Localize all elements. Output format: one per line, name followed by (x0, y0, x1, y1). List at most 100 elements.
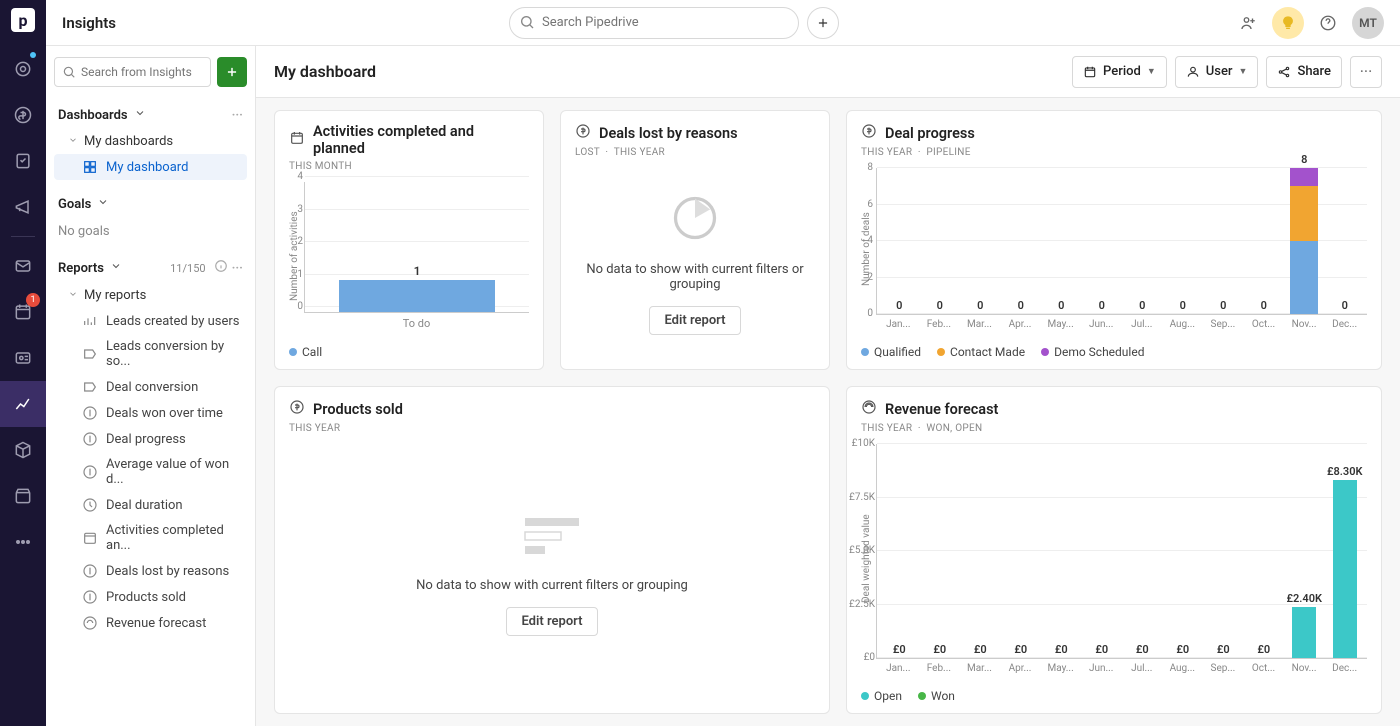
legend-item: Open (861, 689, 902, 703)
more-button[interactable]: ··· (1350, 56, 1382, 88)
reports-count: 11/150 (170, 262, 205, 275)
sidebar-report-item[interactable]: Deals won over time (54, 400, 247, 426)
search-icon (62, 64, 76, 83)
goals-section[interactable]: Goals (54, 190, 247, 218)
nav-divider (11, 236, 35, 237)
dashboard-title: My dashboard (274, 62, 376, 81)
card-revenue-forecast: Revenue forecast THIS YEAR · WON, OPEN D… (846, 386, 1382, 714)
insights-search-input[interactable] (54, 57, 211, 87)
nav-marketplace-icon[interactable] (0, 473, 46, 519)
dashboard-grid: Activities completed and planned THIS MO… (256, 98, 1400, 726)
card-title: Activities completed and planned (313, 123, 529, 157)
calendar-icon (289, 130, 305, 150)
nav-projects-icon[interactable] (0, 138, 46, 184)
sidebar-report-item[interactable]: Deal progress (54, 426, 247, 452)
global-search-input[interactable] (509, 7, 799, 39)
report-icon (82, 431, 98, 447)
sidebar-report-item[interactable]: Average value of won d... (54, 452, 247, 492)
nav-leads-icon[interactable] (0, 46, 46, 92)
nav-contacts-icon[interactable] (0, 335, 46, 381)
sidebar-item-my-dashboards[interactable]: My dashboards (54, 129, 247, 154)
info-icon[interactable] (214, 259, 228, 277)
chevron-down-icon (97, 196, 109, 212)
sidebar-report-item[interactable]: Deals lost by reasons (54, 558, 247, 584)
topbar: Insights MT (46, 0, 1400, 46)
report-icon (82, 464, 98, 480)
nav-insights-icon[interactable] (0, 381, 46, 427)
report-icon (82, 589, 98, 605)
report-icon (82, 313, 98, 329)
caret-down-icon: ▼ (1147, 66, 1156, 77)
nav-deals-icon[interactable] (0, 92, 46, 138)
legend-item: Qualified (861, 345, 921, 359)
empty-text: No data to show with current filters or … (575, 262, 815, 292)
nav-mail-icon[interactable] (0, 243, 46, 289)
period-button[interactable]: Period ▼ (1072, 56, 1167, 88)
sidebar-report-item[interactable]: Activities completed an... (54, 518, 247, 558)
share-button[interactable]: Share (1266, 56, 1342, 88)
report-icon (82, 563, 98, 579)
report-icon (82, 530, 98, 546)
bars-icon (522, 512, 582, 564)
card-products-sold: Products sold THIS YEAR No data to show … (274, 386, 830, 714)
sidebar-report-item[interactable]: Deal conversion (54, 374, 247, 400)
content-area: My dashboard Period ▼ User ▼ Share ··· (256, 46, 1400, 726)
report-icon (82, 615, 98, 631)
currency-icon (861, 123, 877, 143)
report-icon (82, 497, 98, 513)
chevron-down-icon (68, 134, 78, 149)
empty-text: No data to show with current filters or … (416, 578, 688, 593)
add-button[interactable] (807, 7, 839, 39)
report-icon (82, 346, 98, 362)
insights-sidebar: Dashboards ··· My dashboards My dashboar… (46, 46, 256, 726)
card-activities: Activities completed and planned THIS MO… (274, 110, 544, 370)
invite-users-icon[interactable] (1232, 7, 1264, 39)
dashboards-section[interactable]: Dashboards ··· (54, 101, 247, 129)
user-button[interactable]: User ▼ (1175, 56, 1259, 88)
currency-icon (575, 123, 591, 143)
edit-report-button[interactable]: Edit report (506, 607, 597, 636)
legend-item: Contact Made (937, 345, 1025, 359)
chevron-down-icon (134, 107, 146, 123)
sidebar-report-item[interactable]: Leads created by users (54, 308, 247, 334)
nav-activities-icon[interactable]: 1 (0, 289, 46, 335)
chevron-down-icon (68, 288, 78, 303)
global-search (509, 7, 799, 39)
sidebar-report-item[interactable]: Revenue forecast (54, 610, 247, 636)
reports-section[interactable]: Reports 11/150 ··· (54, 253, 247, 283)
add-report-button[interactable] (217, 57, 247, 87)
sidebar-report-item[interactable]: Deal duration (54, 492, 247, 518)
chevron-down-icon (110, 260, 122, 276)
sidebar-report-item[interactable]: Leads conversion by so... (54, 334, 247, 374)
activities-chart: Number of activities 012341 To do (289, 182, 529, 330)
currency-icon (289, 399, 305, 419)
dashboard-icon (82, 159, 98, 175)
caret-down-icon: ▼ (1239, 66, 1248, 77)
forecast-icon (861, 399, 877, 419)
avatar[interactable]: MT (1352, 7, 1384, 39)
deal-progress-chart: Number of deals 02468000000000080 Jan...… (861, 168, 1367, 330)
more-icon[interactable]: ··· (232, 261, 243, 276)
sidebar-item-my-dashboard[interactable]: My dashboard (54, 154, 247, 180)
search-icon (519, 14, 535, 34)
main: Insights MT Dashboards (46, 0, 1400, 726)
nav-campaigns-icon[interactable] (0, 184, 46, 230)
report-icon (82, 405, 98, 421)
card-title: Deals lost by reasons (599, 125, 738, 142)
nav-more-icon[interactable] (0, 519, 46, 565)
more-icon[interactable]: ··· (232, 108, 243, 123)
legend-item: Won (918, 689, 955, 703)
page-title: Insights (62, 14, 116, 32)
revenue-chart: Deal weighted value £0£2.5K£5.0K£7.5K£10… (861, 444, 1367, 674)
nav-products-icon[interactable] (0, 427, 46, 473)
no-goals-text: No goals (54, 218, 247, 253)
sidebar-report-item[interactable]: Products sold (54, 584, 247, 610)
edit-report-button[interactable]: Edit report (649, 306, 740, 335)
sidebar-item-my-reports[interactable]: My reports (54, 283, 247, 308)
report-icon (82, 379, 98, 395)
tips-icon[interactable] (1272, 7, 1304, 39)
help-icon[interactable] (1312, 7, 1344, 39)
card-deal-progress: Deal progress THIS YEAR · PIPELINE Numbe… (846, 110, 1382, 370)
card-deals-lost: Deals lost by reasons LOST · THIS YEAR N… (560, 110, 830, 370)
logo[interactable]: p (11, 8, 35, 32)
